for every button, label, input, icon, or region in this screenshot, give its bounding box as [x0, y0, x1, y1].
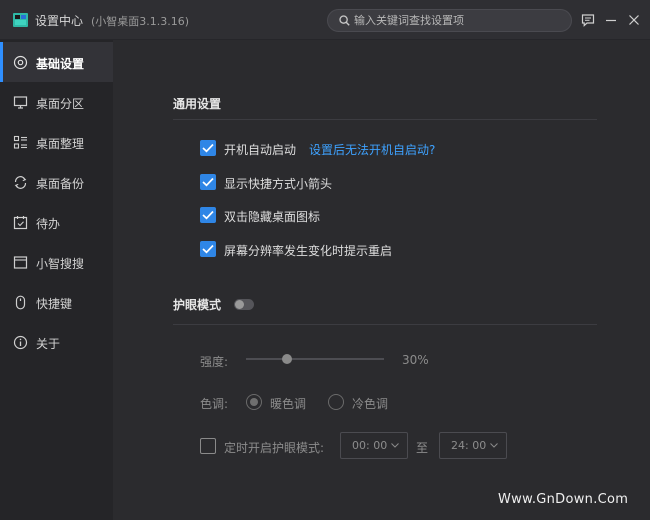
- minimize-icon[interactable]: [603, 12, 619, 28]
- auto-start-help-link[interactable]: 设置后无法开机自启动?: [309, 141, 435, 158]
- schedule-eye-protection-checkbox[interactable]: [200, 438, 216, 454]
- close-icon[interactable]: [626, 12, 642, 28]
- backup-icon: [14, 176, 27, 189]
- chevron-down-icon: [391, 443, 399, 448]
- cool-tone-label: 冷色调: [352, 397, 389, 411]
- search-input[interactable]: [354, 13, 564, 28]
- calendar-icon: [13, 216, 28, 230]
- sidebar-item-xiaozhi-search[interactable]: 小智搜搜: [0, 242, 113, 282]
- divider: [173, 119, 597, 120]
- checkmark-icon: [202, 210, 214, 220]
- radio-dot: [250, 398, 258, 406]
- resolution-change-restart-checkbox[interactable]: [200, 241, 216, 257]
- sidebar-item-basic-settings[interactable]: 基础设置: [0, 42, 113, 82]
- sidebar-item-label: 待办: [36, 217, 61, 231]
- auto-start-label: 开机自动启动: [224, 143, 297, 157]
- section-title-eye-protection: 护眼模式: [173, 298, 222, 312]
- window-subtitle: (小智桌面3.1.3.16): [91, 15, 190, 28]
- sidebar-item-about[interactable]: 关于: [0, 322, 113, 362]
- sidebar-item-todo[interactable]: 待办: [0, 202, 113, 242]
- search-icon: [339, 15, 350, 26]
- tone-label: 色调:: [200, 397, 229, 411]
- sidebar-item-label: 桌面整理: [36, 137, 85, 151]
- checkmark-icon: [202, 143, 214, 153]
- mouse-icon: [15, 295, 26, 310]
- warm-tone-label: 暖色调: [270, 397, 307, 411]
- grid-list-icon: [13, 135, 27, 149]
- sidebar-item-label: 快捷键: [36, 297, 73, 311]
- to-label: 至: [416, 441, 429, 455]
- strength-label: 强度:: [200, 355, 229, 369]
- window-title: 设置中心: [35, 14, 84, 28]
- app-logo-icon: [13, 13, 28, 27]
- end-time-dropdown[interactable]: 24: 00: [439, 432, 507, 459]
- sidebar-item-desktop-organize[interactable]: 桌面整理: [0, 122, 113, 162]
- resolution-change-restart-label: 屏幕分辨率发生变化时提示重启: [224, 244, 393, 258]
- auto-start-checkbox[interactable]: [200, 140, 216, 156]
- feedback-icon[interactable]: [580, 12, 596, 28]
- sidebar-item-desktop-partition[interactable]: 桌面分区: [0, 82, 113, 122]
- chevron-down-icon: [490, 443, 498, 448]
- schedule-eye-protection-label: 定时开启护眼模式:: [224, 441, 325, 455]
- sidebar-item-shortcuts[interactable]: 快捷键: [0, 282, 113, 322]
- sidebar-item-label: 桌面备份: [36, 177, 85, 191]
- show-shortcut-arrow-label: 显示快捷方式小箭头: [224, 177, 333, 191]
- search-box[interactable]: [327, 9, 572, 32]
- divider: [173, 324, 597, 325]
- title-bar: 设置中心 (小智桌面3.1.3.16): [0, 0, 650, 40]
- section-title-general: 通用设置: [173, 97, 222, 111]
- sidebar-item-label: 基础设置: [36, 57, 85, 71]
- strength-slider-thumb[interactable]: [282, 354, 293, 364]
- double-click-hide-icons-label: 双击隐藏桌面图标: [224, 210, 321, 224]
- cool-tone-radio[interactable]: [328, 394, 344, 410]
- start-time-value: 00: 00: [352, 439, 388, 452]
- end-time-value: 24: 00: [451, 439, 487, 452]
- strength-slider-track[interactable]: [246, 358, 384, 360]
- toggle-knob: [235, 300, 244, 309]
- warm-tone-radio[interactable]: [246, 394, 262, 410]
- sidebar-item-label: 关于: [36, 337, 61, 351]
- watermark: Www.GnDown.Com: [498, 492, 629, 507]
- monitor-icon: [13, 96, 28, 109]
- start-time-dropdown[interactable]: 00: 00: [340, 432, 408, 459]
- sidebar: 基础设置 桌面分区 桌面整理 桌面备份 待办 小智搜搜 快捷键 关于: [0, 40, 113, 520]
- gear-icon: [13, 55, 28, 70]
- double-click-hide-icons-checkbox[interactable]: [200, 207, 216, 223]
- sidebar-item-label: 小智搜搜: [36, 257, 85, 271]
- sidebar-item-desktop-backup[interactable]: 桌面备份: [0, 162, 113, 202]
- settings-panel: 通用设置 开机自动启动 设置后无法开机自启动? 显示快捷方式小箭头 双击隐藏桌面…: [113, 40, 650, 520]
- checkmark-icon: [202, 177, 214, 187]
- eye-protection-toggle[interactable]: [234, 299, 254, 310]
- window-icon: [13, 256, 28, 269]
- checkmark-icon: [202, 244, 214, 254]
- strength-value: 30%: [402, 353, 429, 367]
- show-shortcut-arrow-checkbox[interactable]: [200, 174, 216, 190]
- info-icon: [13, 335, 28, 350]
- sidebar-item-label: 桌面分区: [36, 97, 85, 111]
